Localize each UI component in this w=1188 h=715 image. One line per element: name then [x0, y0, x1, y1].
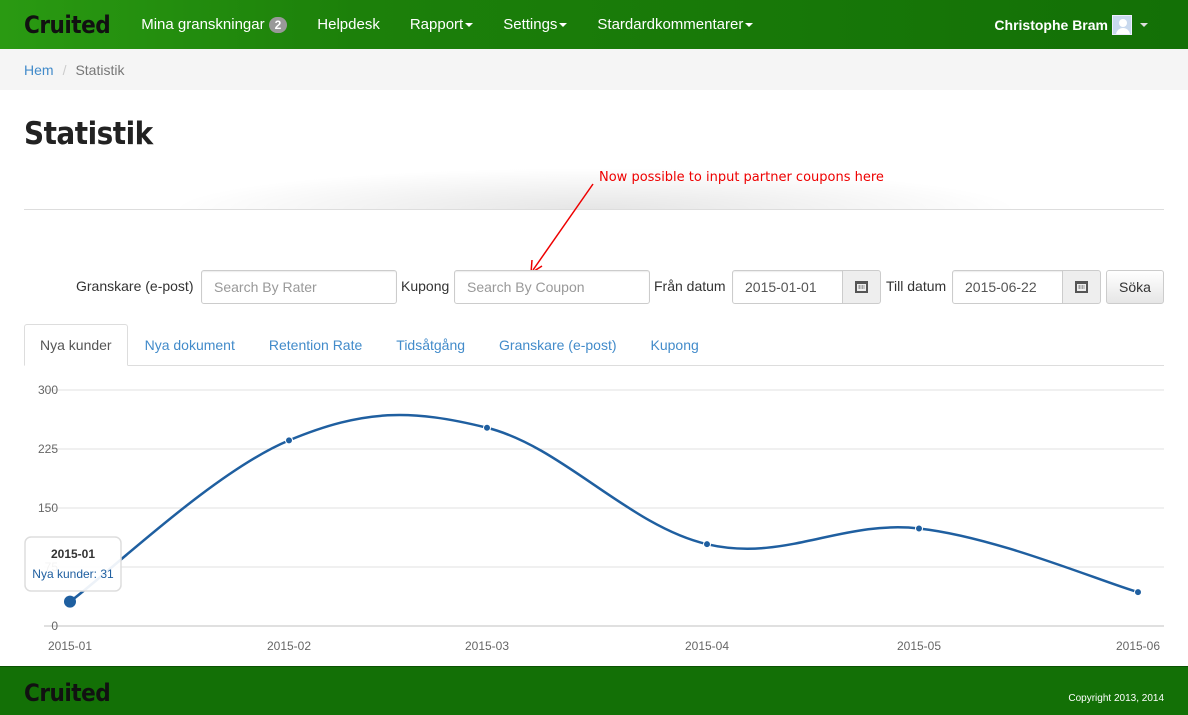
tooltip-title: 2015-01 — [51, 547, 95, 561]
data-point — [1134, 588, 1142, 597]
breadcrumb-home-link[interactable]: Hem — [24, 62, 54, 78]
copyright-text: Copyright 2013, 2014 — [1068, 693, 1164, 704]
tooltip-box — [24, 536, 122, 592]
nav-stardardkommentarer-dropdown[interactable]: Stardardkommentarer — [582, 0, 768, 49]
y-tick-label: 150 — [38, 501, 58, 515]
caret-down-icon — [1140, 22, 1148, 27]
page-title: Statistik — [24, 116, 153, 152]
y-tick-label: 300 — [38, 383, 58, 397]
nav-helpdesk-label: Helpdesk — [317, 16, 380, 33]
data-point — [285, 436, 293, 445]
x-tick-label: 2015-04 — [685, 639, 729, 653]
breadcrumb-current: Statistik — [75, 61, 125, 78]
user-menu[interactable]: Christophe Bram — [994, 0, 1148, 49]
breadcrumb: Hem / Statistik — [0, 49, 1188, 90]
brand-logo[interactable]: Cruited — [24, 11, 111, 39]
y-tick-label: 225 — [38, 442, 58, 456]
footer-brand-logo: Cruited — [24, 679, 111, 707]
tab-granskare[interactable]: Granskare (e-post) — [482, 324, 633, 366]
data-point — [703, 540, 711, 549]
from-date-label: Från datum — [654, 278, 726, 294]
x-tick-label: 2015-02 — [267, 639, 311, 653]
tab-nya-dokument[interactable]: Nya dokument — [128, 324, 252, 366]
data-point — [915, 524, 923, 533]
nav-settings-dropdown[interactable]: Settings — [488, 0, 582, 49]
nav-helpdesk[interactable]: Helpdesk — [302, 0, 395, 49]
data-point — [64, 595, 76, 608]
rater-label: Granskare (e-post) — [76, 278, 194, 294]
nav-stardardkommentarer-label: Stardardkommentarer — [597, 16, 744, 33]
new-customers-chart: 0751502253002015-012015-022015-032015-04… — [24, 383, 1164, 653]
coupon-search-input[interactable] — [454, 270, 650, 304]
footer: Cruited Copyright 2013, 2014 — [0, 666, 1188, 715]
tooltip-value: Nya kunder: 31 — [32, 567, 114, 581]
calendar-icon — [1075, 281, 1088, 293]
tab-retention-rate[interactable]: Retention Rate — [252, 324, 379, 366]
breadcrumb-separator: / — [62, 61, 67, 78]
rater-search-input[interactable] — [201, 270, 397, 304]
top-navbar: Cruited Mina granskningar 2 Helpdesk Rap… — [0, 0, 1188, 49]
stats-tabs: Nya kunder Nya dokument Retention Rate T… — [24, 324, 1164, 366]
y-tick-label: 0 — [51, 619, 58, 633]
tab-tidsatgang[interactable]: Tidsåtgång — [379, 324, 482, 366]
annotation-text: Now possible to input partner coupons he… — [599, 170, 884, 185]
nav-rapport-label: Rapport — [409, 16, 464, 33]
x-tick-label: 2015-05 — [897, 639, 941, 653]
review-count-badge: 2 — [268, 16, 288, 33]
to-date-picker-button[interactable] — [1062, 270, 1101, 304]
x-tick-label: 2015-01 — [48, 639, 92, 653]
caret-down-icon — [745, 22, 754, 27]
from-date-input[interactable] — [732, 270, 844, 304]
to-date-input[interactable] — [952, 270, 1064, 304]
x-tick-label: 2015-06 — [1116, 639, 1160, 653]
calendar-icon — [855, 281, 868, 293]
avatar — [1112, 14, 1132, 35]
tab-nya-kunder[interactable]: Nya kunder — [24, 324, 128, 366]
caret-down-icon — [559, 22, 568, 27]
annotation-arrow-icon — [530, 183, 594, 275]
from-date-picker-button[interactable] — [842, 270, 881, 304]
nav-mina-granskningar[interactable]: Mina granskningar 2 — [126, 0, 302, 49]
to-date-label: Till datum — [886, 278, 947, 294]
coupon-label: Kupong — [401, 278, 450, 294]
chart-tooltip: 2015-01 Nya kunder: 31 — [24, 536, 122, 592]
data-point — [483, 423, 491, 432]
user-name: Christophe Bram — [994, 16, 1108, 33]
tab-kupong[interactable]: Kupong — [634, 324, 716, 366]
nav-settings-label: Settings — [503, 16, 558, 33]
search-button[interactable]: Söka — [1106, 270, 1164, 304]
x-tick-label: 2015-03 — [465, 639, 509, 653]
caret-down-icon — [465, 22, 474, 27]
nav-mina-granskningar-label: Mina granskningar — [141, 16, 265, 33]
nav-rapport-dropdown[interactable]: Rapport — [395, 0, 488, 49]
